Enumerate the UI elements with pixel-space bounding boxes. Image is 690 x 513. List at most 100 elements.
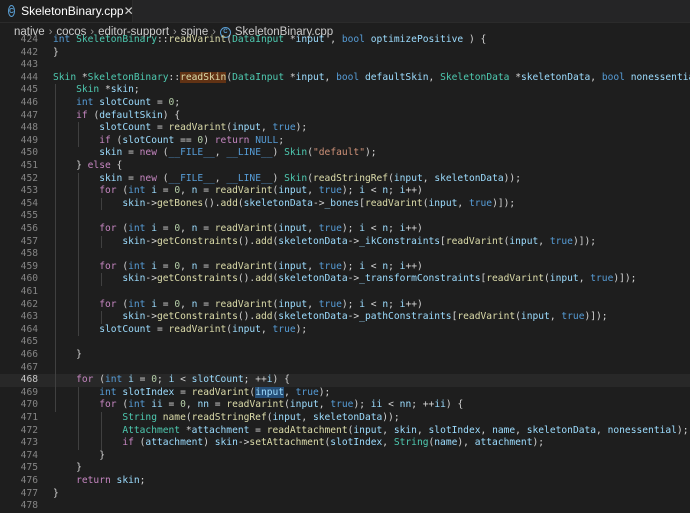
code-line[interactable]: 454 skin->getBones().add(skeletonData->_…: [0, 198, 690, 211]
code-token: }: [53, 487, 59, 499]
code-editor[interactable]: 424 int SkeletonBinary::readVarint(DataIn…: [0, 34, 690, 511]
code-line[interactable]: 446 int slotCount = 0;: [0, 97, 690, 110]
code-token: ,: [416, 424, 429, 436]
code-line[interactable]: 447 if (defaultSkin) {: [0, 110, 690, 123]
code-text: }: [53, 450, 105, 463]
code-text: }: [53, 47, 59, 60]
code-line[interactable]: 478: [0, 500, 690, 513]
code-text: if (attachment) skin->setAttachment(slot…: [53, 437, 544, 450]
line-number: 451: [20, 160, 38, 171]
code-token: readAttachment: [266, 424, 348, 436]
code-line[interactable]: 445 Skin *skin;: [0, 84, 690, 97]
code-token: input: [255, 386, 285, 398]
line-number: 460: [20, 273, 38, 285]
code-token: ->: [145, 235, 157, 247]
code-line[interactable]: 457 skin->getConstraints().add(skeletonD…: [0, 236, 690, 249]
code-line[interactable]: 424 int SkeletonBinary::readVarint(DataIn…: [0, 34, 690, 47]
code-token: true: [318, 260, 342, 272]
line-number: 472: [20, 424, 38, 436]
code-line[interactable]: 469 int slotIndex = readVarint(input, tr…: [0, 386, 690, 400]
code-token: slotCount: [99, 122, 152, 134]
code-token: skin: [214, 437, 238, 449]
code-token: ,: [260, 122, 273, 134]
code-token: readVarint: [214, 223, 273, 234]
code-line[interactable]: 466 }: [0, 349, 690, 362]
code-token: skin: [116, 475, 140, 486]
code-token: input: [428, 197, 458, 209]
code-line[interactable]: 463 skin->getConstraints().add(skeletonD…: [0, 311, 690, 324]
code-line[interactable]: 465: [0, 336, 690, 349]
code-token: );: [341, 298, 360, 310]
code-line[interactable]: 451 } else {: [0, 160, 690, 173]
code-token: ++): [405, 223, 423, 234]
code-token: skeletonData: [434, 172, 504, 184]
code-line[interactable]: 443: [0, 59, 690, 72]
code-token: ,: [422, 172, 435, 184]
code-token: );: [341, 260, 360, 272]
code-line[interactable]: 462 for (int i = 0, n = readVarint(input…: [0, 299, 690, 312]
code-line[interactable]: 442}: [0, 47, 690, 60]
code-token: nonessential: [630, 71, 690, 83]
code-token: skin: [99, 147, 123, 159]
code-token: ,: [180, 260, 192, 272]
code-line[interactable]: 461: [0, 286, 690, 299]
code-token: ::: [168, 71, 181, 83]
code-line[interactable]: 456 for (int i = 0, n = readVarint(input…: [0, 223, 690, 236]
code-token: for: [99, 223, 123, 234]
code-token: ,: [185, 399, 198, 411]
line-number: 424: [20, 34, 38, 45]
code-line[interactable]: 452 skin = new (__FILE__, __LINE__) Skin…: [0, 173, 690, 186]
code-line[interactable]: 472 Attachment *attachment = readAttachm…: [0, 425, 690, 438]
code-line[interactable]: 470 for (int ii = 0, nn = readVarint(inp…: [0, 399, 690, 412]
code-token: add: [255, 273, 273, 285]
line-number: 467: [20, 361, 38, 373]
code-token: setAttachment: [249, 437, 325, 449]
code-token: _pathConstraints: [359, 311, 452, 323]
line-number: 459: [20, 260, 38, 272]
code-token: readVarint: [364, 197, 423, 209]
code-line[interactable]: 450 skin = new (__FILE__, __LINE__) Skin…: [0, 147, 690, 160]
code-token: nonessential: [607, 424, 677, 436]
code-token: skeletonData: [278, 235, 348, 247]
code-token: ii: [151, 399, 163, 411]
code-token: =: [197, 260, 215, 272]
code-line[interactable]: 467: [0, 362, 690, 375]
code-line[interactable]: 473 if (attachment) skin->setAttachment(…: [0, 437, 690, 450]
code-token: int: [105, 374, 129, 386]
indent-guide: [78, 172, 80, 337]
code-line[interactable]: 448 slotCount = readVarint(input, true);: [0, 122, 690, 135]
code-line[interactable]: 475 }: [0, 462, 690, 475]
code-token: "default": [313, 147, 365, 159]
code-token: add: [255, 235, 273, 247]
code-line[interactable]: 453 for (int i = 0, n = readVarint(input…: [0, 185, 690, 198]
code-line[interactable]: 476 return skin;: [0, 475, 690, 488]
code-line[interactable]: 455: [0, 210, 690, 223]
code-text: String name(readStringRef(input, skeleto…: [53, 412, 399, 425]
code-line[interactable]: 449 if (slotCount == 0) return NULL;: [0, 135, 690, 148]
code-token: ->: [347, 311, 360, 323]
code-line[interactable]: 444 Skin *SkeletonBinary::readSkin(DataIn…: [0, 71, 690, 85]
code-token: )]);: [613, 273, 637, 285]
code-token: SkeletonData: [440, 71, 516, 83]
code-token: getConstraints: [156, 273, 238, 285]
code-text: slotCount = readVarint(input, true);: [53, 122, 307, 135]
code-token: readVarint: [168, 323, 227, 335]
code-token: ,: [549, 311, 562, 323]
code-token: for: [99, 298, 123, 310]
close-icon[interactable]: ✕: [124, 4, 134, 18]
tab-skeletonbinary-cpp[interactable]: C SkeletonBinary.cpp ✕: [0, 0, 134, 22]
code-token: ;: [139, 475, 146, 486]
code-line[interactable]: 468 for (int i = 0; i < slotCount; ++i) …: [0, 374, 690, 387]
code-token: ,: [307, 223, 319, 234]
code-line[interactable]: 471 String name(readStringRef(input, ske…: [0, 412, 690, 425]
code-token: ,: [590, 71, 602, 83]
code-line[interactable]: 474 }: [0, 450, 690, 463]
code-line[interactable]: 458: [0, 248, 690, 261]
code-line[interactable]: 464 slotCount = readVarint(input, true);: [0, 324, 690, 337]
code-line[interactable]: 459 for (int i = 0, n = readVarint(input…: [0, 261, 690, 274]
line-number: 446: [20, 97, 38, 108]
code-line[interactable]: 460 skin->getConstraints().add(skeletonD…: [0, 273, 690, 286]
code-token: ,: [538, 235, 550, 247]
code-text: for (int ii = 0, nn = readVarint(input, …: [53, 399, 463, 412]
